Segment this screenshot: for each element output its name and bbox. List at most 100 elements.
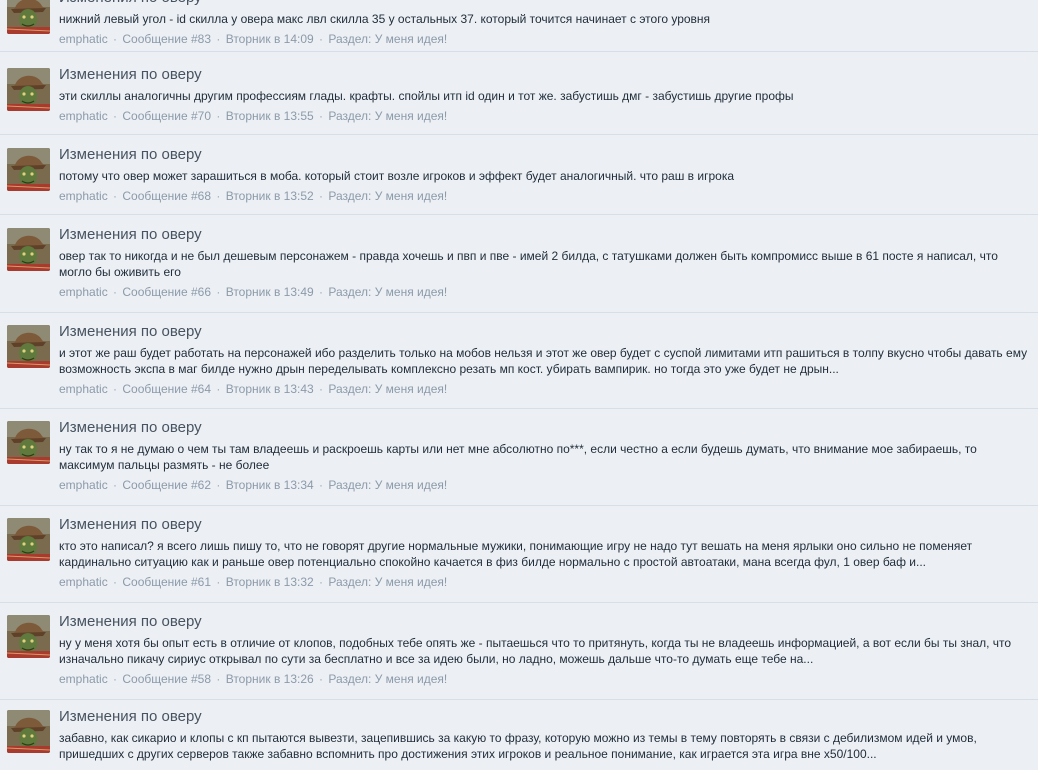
avatar[interactable] (7, 421, 50, 464)
meta-separator: · (109, 189, 121, 203)
avatar[interactable] (7, 0, 50, 34)
post-time: Вторник в 13:26 (225, 672, 314, 686)
post-number-link[interactable]: Сообщение #70 (122, 109, 211, 123)
post-time: Вторник в 13:43 (225, 382, 314, 396)
result-title-link[interactable]: Изменения по оверу (59, 613, 1032, 631)
meta-separator: · (315, 672, 327, 686)
section-link[interactable]: Раздел: У меня идея! (328, 189, 447, 203)
avatar[interactable] (7, 710, 50, 753)
avatar-image (7, 325, 50, 368)
result-title-link[interactable]: Изменения по оверу (59, 66, 1032, 84)
result-body: Изменения по оверу забавно, как сикарио … (59, 708, 1032, 762)
post-number-link[interactable]: Сообщение #61 (122, 575, 211, 589)
avatar[interactable] (7, 518, 50, 561)
result-snippet: ну так то я не думаю о чем ты там владее… (59, 442, 977, 472)
meta-separator: · (315, 32, 327, 46)
result-meta: emphatic · Сообщение #68 · Вторник в 13:… (59, 188, 1032, 204)
result-body: Изменения по оверу эти скиллы аналогичны… (59, 66, 1032, 124)
avatar[interactable] (7, 68, 50, 111)
author-link[interactable]: emphatic (59, 109, 108, 123)
result-snippet: забавно, как сикарио и клопы с кп пытают… (59, 731, 977, 761)
avatar-image (7, 421, 50, 464)
meta-separator: · (315, 189, 327, 203)
result-body: Изменения по оверу нижний левый угол - i… (59, 0, 1032, 47)
avatar[interactable] (7, 228, 50, 271)
result-body: Изменения по оверу кто это написал? я вс… (59, 516, 1032, 590)
post-number-link[interactable]: Сообщение #83 (122, 32, 211, 46)
result-title-link[interactable]: Изменения по оверу (59, 708, 1032, 726)
meta-separator: · (315, 109, 327, 123)
result-title-link[interactable]: Изменения по оверу (59, 226, 1032, 244)
post-number-link[interactable]: Сообщение #68 (122, 189, 211, 203)
result-body: Изменения по оверу ну так то я не думаю … (59, 419, 1032, 493)
meta-separator: · (213, 575, 224, 589)
post-time: Вторник в 13:32 (225, 575, 314, 589)
post-time: Вторник в 13:34 (225, 478, 314, 492)
avatar[interactable] (7, 615, 50, 658)
search-result: Изменения по оверу ну у меня хотя бы опы… (0, 603, 1038, 700)
avatar[interactable] (7, 325, 50, 368)
result-title-link[interactable]: Изменения по оверу (59, 146, 1032, 164)
search-result: Изменения по оверу ну так то я не думаю … (0, 409, 1038, 506)
section-link[interactable]: Раздел: У меня идея! (328, 109, 447, 123)
result-title-link[interactable]: Изменения по оверу (59, 0, 1032, 7)
result-meta: emphatic · Сообщение #70 · Вторник в 13:… (59, 108, 1032, 124)
result-snippet: овер так то никогда и не был дешевым пер… (59, 249, 998, 279)
avatar-image (7, 0, 50, 34)
section-link[interactable]: Раздел: У меня идея! (328, 672, 447, 686)
section-link[interactable]: Раздел: У меня идея! (328, 478, 447, 492)
author-link[interactable]: emphatic (59, 672, 108, 686)
search-result: Изменения по оверу забавно, как сикарио … (0, 700, 1038, 770)
meta-separator: · (213, 478, 224, 492)
search-result: Изменения по оверу кто это написал? я вс… (0, 506, 1038, 603)
post-number-link[interactable]: Сообщение #64 (122, 382, 211, 396)
author-link[interactable]: emphatic (59, 478, 108, 492)
post-time: Вторник в 13:49 (225, 285, 314, 299)
post-time: Вторник в 13:55 (225, 109, 314, 123)
avatar-image (7, 710, 50, 753)
result-snippet: эти скиллы аналогичны другим профессиям … (59, 89, 794, 103)
result-title-link[interactable]: Изменения по оверу (59, 323, 1032, 341)
meta-separator: · (109, 382, 121, 396)
avatar[interactable] (7, 148, 50, 191)
meta-separator: · (109, 478, 121, 492)
meta-separator: · (213, 382, 224, 396)
post-number-link[interactable]: Сообщение #62 (122, 478, 211, 492)
author-link[interactable]: emphatic (59, 382, 108, 396)
meta-separator: · (213, 672, 224, 686)
section-link[interactable]: Раздел: У меня идея! (328, 382, 447, 396)
author-link[interactable]: emphatic (59, 189, 108, 203)
result-meta: emphatic · Сообщение #66 · Вторник в 13:… (59, 284, 1032, 300)
result-meta: emphatic · Сообщение #61 · Вторник в 13:… (59, 574, 1032, 590)
meta-separator: · (109, 575, 121, 589)
result-meta: emphatic · Сообщение #83 · Вторник в 14:… (59, 31, 1032, 47)
author-link[interactable]: emphatic (59, 285, 108, 299)
meta-separator: · (109, 109, 121, 123)
avatar-image (7, 228, 50, 271)
section-link[interactable]: Раздел: У меня идея! (328, 285, 447, 299)
author-link[interactable]: emphatic (59, 575, 108, 589)
result-snippet: и этот же раш будет работать на персонаж… (59, 346, 1028, 376)
meta-separator: · (109, 672, 121, 686)
result-title-link[interactable]: Изменения по оверу (59, 419, 1032, 437)
result-snippet: потому что овер может зарашиться в моба.… (59, 169, 734, 183)
result-meta: emphatic · Сообщение #64 · Вторник в 13:… (59, 381, 1032, 397)
avatar-image (7, 68, 50, 111)
meta-separator: · (109, 32, 121, 46)
section-link[interactable]: Раздел: У меня идея! (328, 575, 447, 589)
meta-separator: · (213, 189, 224, 203)
meta-separator: · (213, 32, 224, 46)
post-time: Вторник в 13:52 (225, 189, 314, 203)
section-link[interactable]: Раздел: У меня идея! (328, 32, 447, 46)
meta-separator: · (315, 285, 327, 299)
author-link[interactable]: emphatic (59, 32, 108, 46)
post-number-link[interactable]: Сообщение #58 (122, 672, 211, 686)
result-body: Изменения по оверу ну у меня хотя бы опы… (59, 613, 1032, 687)
search-result: Изменения по оверу эти скиллы аналогичны… (0, 52, 1038, 135)
post-number-link[interactable]: Сообщение #66 (122, 285, 211, 299)
meta-separator: · (315, 382, 327, 396)
meta-separator: · (213, 285, 224, 299)
result-title-link[interactable]: Изменения по оверу (59, 516, 1032, 534)
avatar-image (7, 148, 50, 191)
result-snippet: кто это написал? я всего лишь пишу то, ч… (59, 539, 973, 569)
